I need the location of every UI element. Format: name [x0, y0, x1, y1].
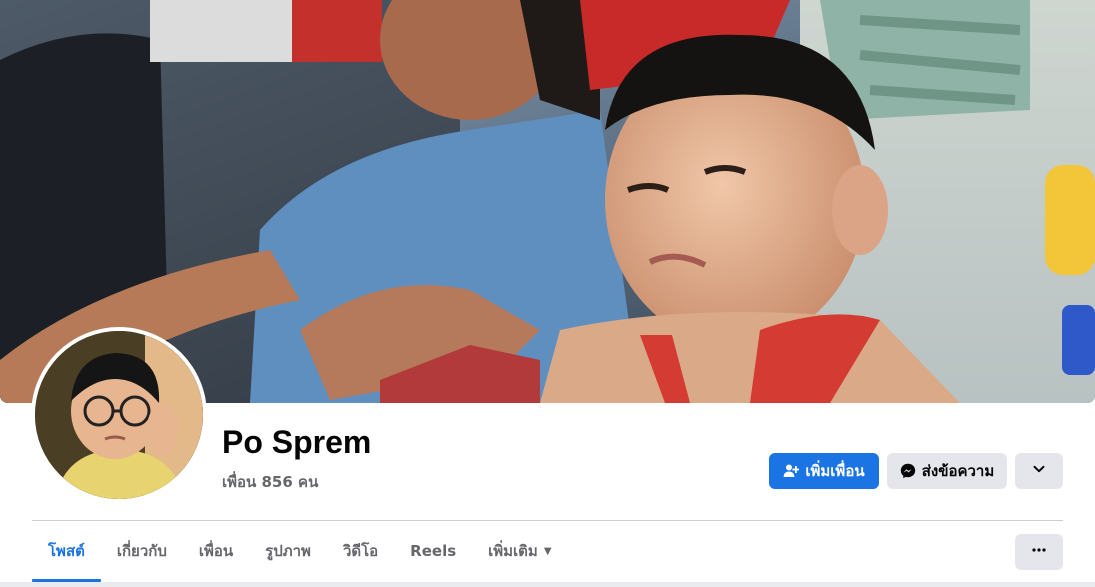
tab-friends[interactable]: เพื่อน — [183, 522, 249, 580]
tab-label: เพิ่มเติม — [488, 542, 538, 560]
tab-label: เกี่ยวกับ — [116, 542, 167, 560]
tab-label: โพสต์ — [48, 542, 85, 560]
tab-posts[interactable]: โพสต์ — [32, 522, 101, 582]
tab-about[interactable]: เกี่ยวกับ — [101, 522, 183, 580]
tab-label: รูปภาพ — [265, 542, 311, 560]
tab-videos[interactable]: วิดีโอ — [327, 522, 394, 580]
profile-avatar[interactable] — [31, 327, 207, 503]
tab-reels[interactable]: Reels — [394, 522, 472, 580]
profile-name: Po Sprem — [222, 424, 372, 460]
profile-tabs: โพสต์ เกี่ยวกับ เพื่อน รูปภาพ วิดีโอ Ree… — [32, 522, 568, 582]
message-button[interactable]: ส่งข้อความ — [887, 453, 1007, 489]
messenger-icon — [900, 463, 916, 479]
friend-count[interactable]: เพื่อน 856 คน — [222, 470, 318, 494]
chevron-down-icon — [1032, 462, 1046, 480]
add-friend-button[interactable]: เพิ่มเพื่อน — [769, 453, 879, 489]
tab-label: วิดีโอ — [342, 542, 379, 560]
content-separator — [0, 582, 1095, 587]
tab-overflow-button[interactable] — [1015, 534, 1063, 570]
message-label: ส่งข้อความ — [921, 462, 995, 480]
caret-down-icon: ▼ — [543, 545, 552, 557]
tab-label: เพื่อน — [198, 542, 234, 560]
add-person-icon — [783, 463, 800, 479]
more-actions-button[interactable] — [1015, 453, 1063, 489]
ellipsis-icon — [1031, 542, 1047, 562]
tab-label: Reels — [410, 542, 457, 560]
avatar-image — [35, 331, 203, 499]
tab-photos[interactable]: รูปภาพ — [249, 522, 327, 580]
tab-more[interactable]: เพิ่มเติม ▼ — [472, 522, 567, 580]
header-divider — [32, 520, 1063, 521]
add-friend-label: เพิ่มเพื่อน — [805, 462, 865, 480]
